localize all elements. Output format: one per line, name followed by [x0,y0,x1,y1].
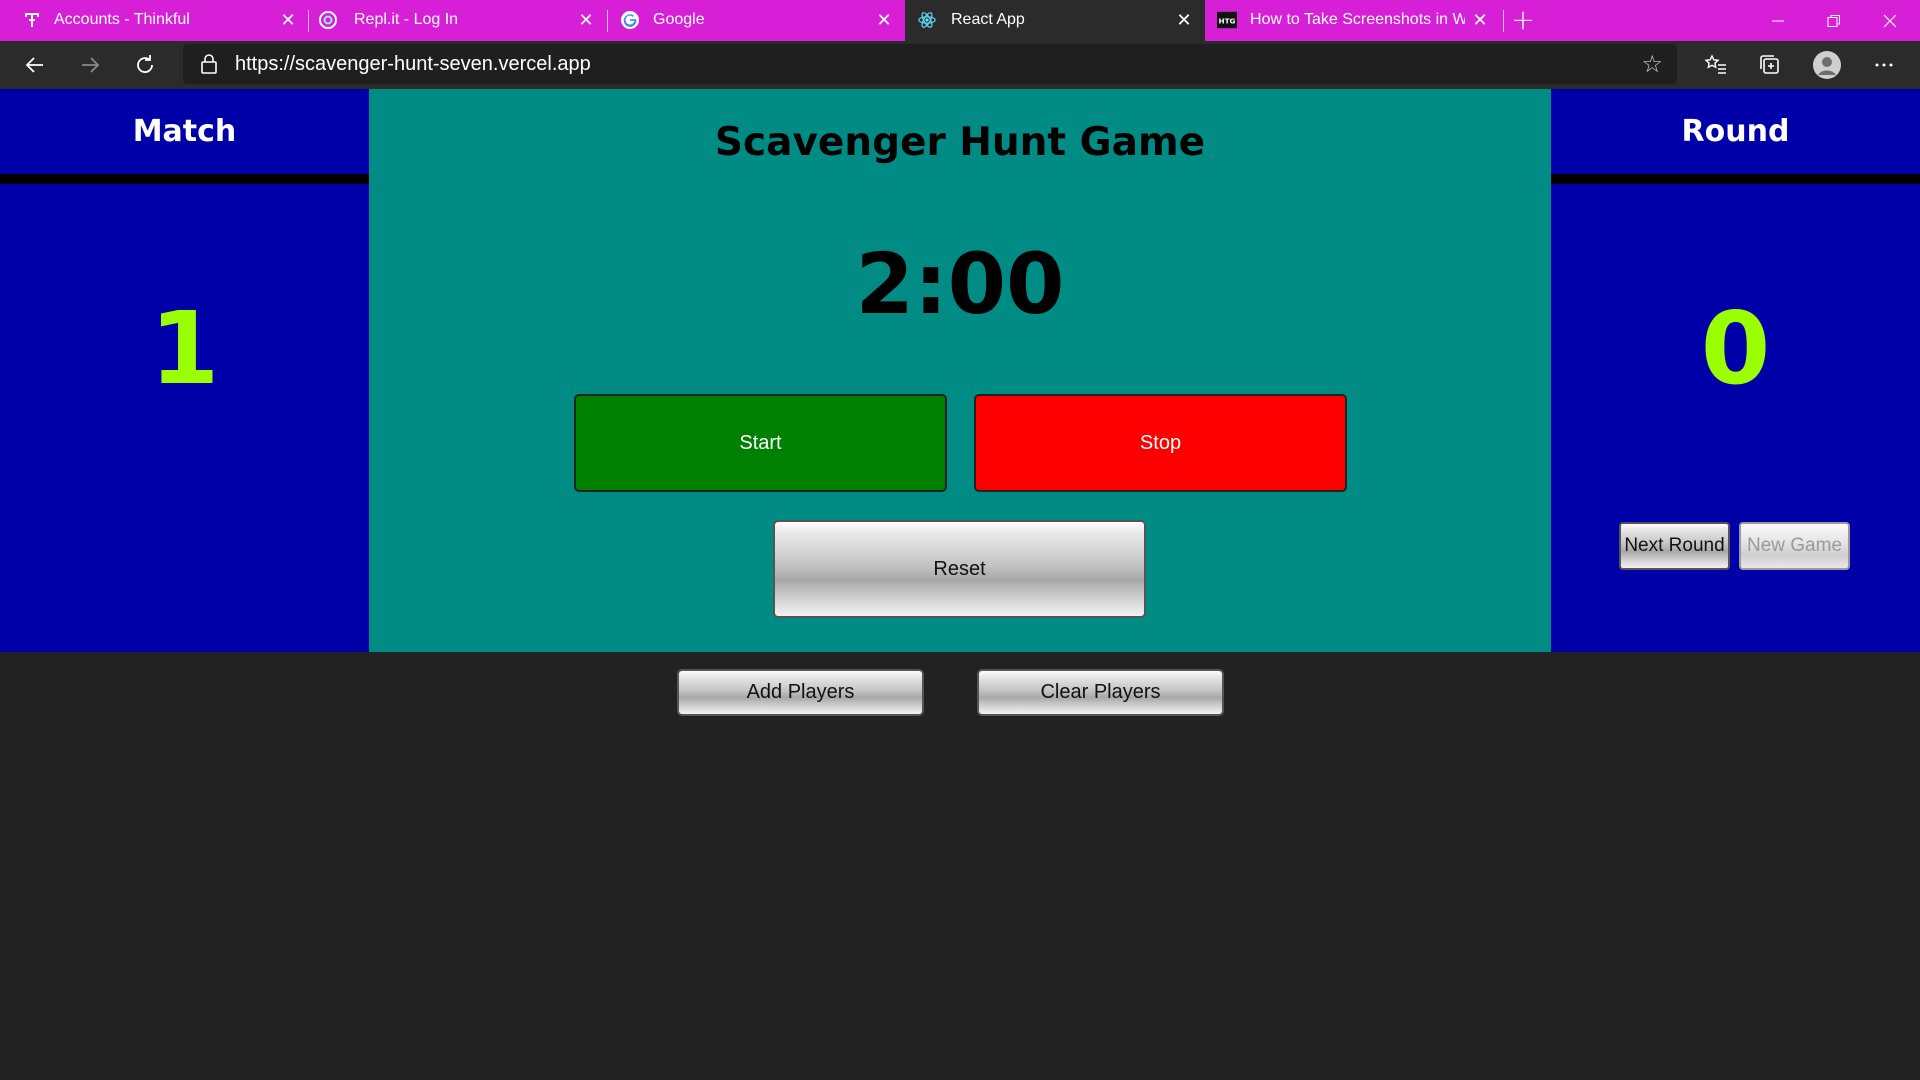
react-icon [917,10,937,30]
clear-players-button[interactable]: Clear Players [977,669,1224,716]
add-players-button[interactable]: Add Players [677,669,924,716]
page-content: Match 1 Scavenger Hunt Game 2:00 Start S… [0,89,1920,1080]
back-icon[interactable] [15,45,55,85]
round-score: 0 [1700,290,1771,407]
tab-strip: Accounts - Thinkful ✕ Repl.it - Log In ✕… [0,0,1920,41]
favorite-star-icon[interactable]: ☆ [1641,50,1663,78]
new-tab-button[interactable]: + [1508,6,1538,36]
match-score: 1 [149,290,220,407]
start-button[interactable]: Start [574,394,947,492]
close-tab-icon[interactable]: ✕ [1468,8,1492,32]
divider [1551,174,1920,184]
next-round-button[interactable]: Next Round [1619,522,1730,570]
match-heading: Match [132,114,237,149]
tab-htg[interactable]: HTG How to Take Screenshots in Wind ✕ [1205,0,1503,41]
replit-icon [318,10,338,30]
close-tab-icon[interactable]: ✕ [276,8,300,32]
svg-text:HTG: HTG [1218,17,1235,26]
url-text: https://scavenger-hunt-seven.vercel.app [235,53,591,75]
close-window-icon[interactable] [1862,0,1918,41]
lock-icon[interactable] [197,52,221,76]
tab-title: Repl.it - Log In [354,11,459,28]
tab-react-app[interactable]: React App ✕ [905,0,1205,41]
tab-title: Google [653,11,705,28]
htg-icon: HTG [1217,10,1237,30]
game-panel: Scavenger Hunt Game 2:00 Start Stop Rese… [369,89,1551,652]
tab-replit[interactable]: Repl.it - Log In ✕ [310,0,608,41]
tab-separator [1503,10,1504,32]
favorites-icon[interactable] [1698,47,1734,83]
profile-avatar-icon[interactable] [1809,47,1845,83]
url-field[interactable]: https://scavenger-hunt-seven.vercel.app … [183,44,1677,84]
tab-title: How to Take Screenshots in Wind [1250,11,1465,28]
google-icon [620,10,640,30]
close-tab-icon[interactable]: ✕ [1172,8,1196,32]
more-options-icon[interactable] [1866,47,1902,83]
forward-icon[interactable] [70,45,110,85]
restore-icon[interactable] [1806,0,1862,41]
thinkful-icon [22,10,42,30]
close-tab-icon[interactable]: ✕ [872,8,896,32]
page-title: Scavenger Hunt Game [714,120,1206,165]
new-game-button[interactable]: New Game [1739,522,1850,570]
tab-title: Accounts - Thinkful [54,11,190,28]
tab-title: React App [951,11,1025,28]
tab-separator [308,10,309,32]
close-tab-icon[interactable]: ✕ [574,8,598,32]
tab-google[interactable]: Google ✕ [608,0,905,41]
collections-icon[interactable] [1752,47,1788,83]
minimize-icon[interactable] [1750,0,1806,41]
refresh-icon[interactable] [125,45,165,85]
address-bar-row: https://scavenger-hunt-seven.vercel.app … [0,41,1920,89]
round-heading: Round [1681,114,1790,149]
tab-thinkful[interactable]: Accounts - Thinkful ✕ [0,0,305,41]
timer-display: 2:00 [855,235,1065,333]
reset-button[interactable]: Reset [773,520,1146,618]
round-panel: Round 0 Next Round New Game [1551,89,1920,652]
divider [0,174,369,184]
stop-button[interactable]: Stop [974,394,1347,492]
match-panel: Match 1 [0,89,369,652]
